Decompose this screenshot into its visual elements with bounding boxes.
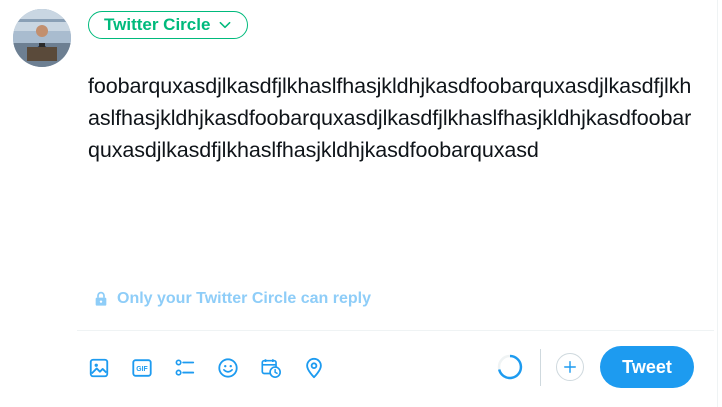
tweet-text-input[interactable]: foobarquxasdjlkasdfjlkhaslfhasjkldhjkasd… — [88, 70, 698, 166]
add-media-button[interactable] — [88, 352, 131, 384]
lock-icon — [95, 291, 107, 306]
add-gif-button[interactable]: GIF — [131, 352, 174, 384]
location-icon — [306, 357, 322, 379]
add-emoji-button[interactable] — [217, 352, 260, 384]
image-icon — [89, 358, 109, 378]
schedule-icon — [261, 359, 281, 378]
add-location-button[interactable] — [303, 352, 346, 384]
reply-setting-label: Only your Twitter Circle can reply — [117, 290, 371, 307]
tweet-composer: Twitter Circle foobarquxasdjlkasdfjlkhas… — [0, 0, 722, 407]
gif-icon: GIF — [132, 359, 152, 377]
poll-icon — [175, 359, 195, 376]
avatar[interactable] — [13, 9, 71, 67]
character-count-ring — [497, 354, 523, 380]
add-poll-button[interactable] — [174, 352, 217, 384]
add-tweet-button[interactable] — [556, 353, 584, 381]
tweet-button[interactable]: Tweet — [600, 346, 694, 388]
audience-label: Twitter Circle — [104, 15, 211, 34]
emoji-icon — [218, 358, 238, 378]
plus-icon — [564, 361, 576, 373]
media-toolbar: GIF — [88, 352, 346, 384]
reply-setting-button[interactable]: Only your Twitter Circle can reply — [93, 290, 371, 308]
schedule-button[interactable] — [260, 352, 303, 384]
toolbar-divider — [77, 330, 714, 331]
toolbar-separator — [540, 349, 541, 386]
chevron-down-icon — [220, 21, 231, 29]
avatar-photo — [13, 9, 71, 67]
panel-edge — [717, 0, 722, 407]
audience-selector-button[interactable]: Twitter Circle — [88, 11, 249, 39]
gif-icon-label: GIF — [136, 366, 147, 373]
